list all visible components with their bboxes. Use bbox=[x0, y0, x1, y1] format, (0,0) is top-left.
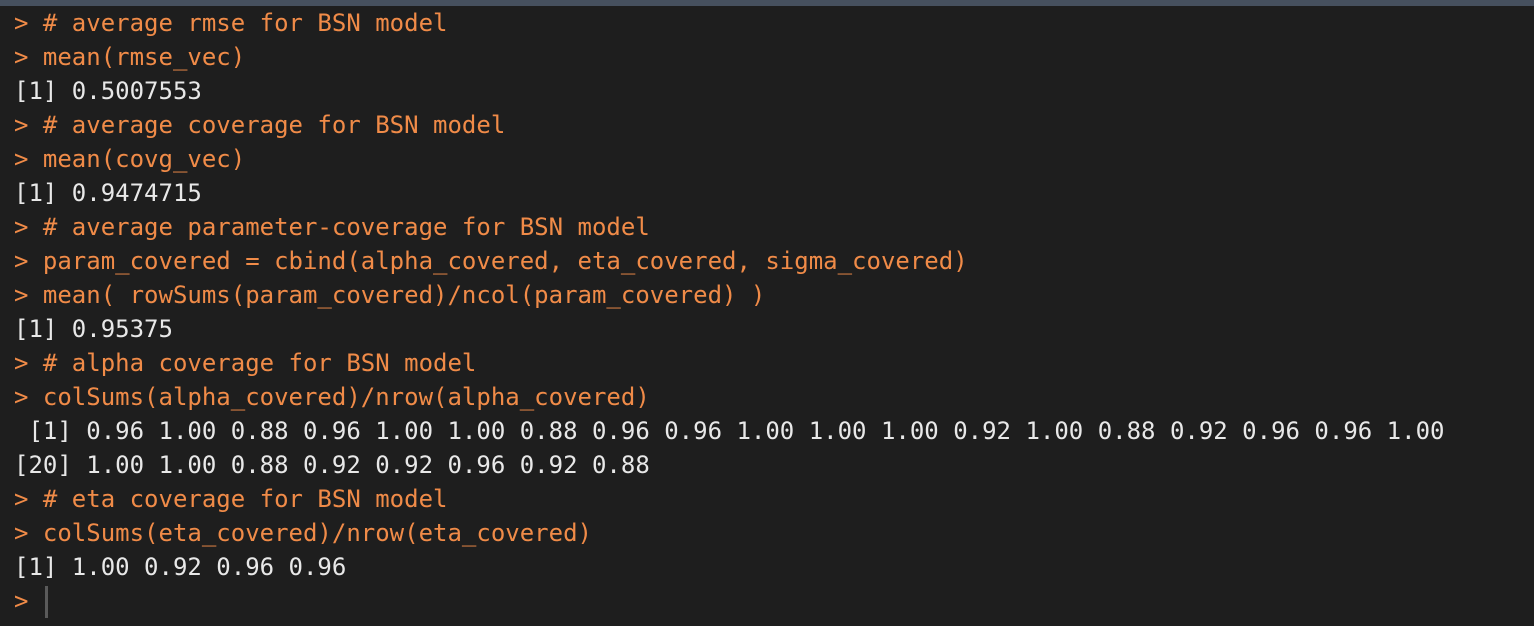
console-line-input: > # eta coverage for BSN model bbox=[14, 485, 448, 513]
text-cursor bbox=[44, 586, 48, 618]
console-line-output: [1] 0.96 1.00 0.88 0.96 1.00 1.00 0.88 0… bbox=[14, 417, 1445, 445]
console-prompt-line[interactable]: > bbox=[14, 584, 1534, 618]
console-line-input: > colSums(alpha_covered)/nrow(alpha_cove… bbox=[14, 383, 650, 411]
console-line-input: > param_covered = cbind(alpha_covered, e… bbox=[14, 247, 968, 275]
console-prompt: > bbox=[14, 587, 29, 615]
console-output: > # average rmse for BSN model > mean(rm… bbox=[14, 6, 1534, 618]
console-line-output: [1] 0.95375 bbox=[14, 315, 173, 343]
console-line-input: > mean( rowSums(param_covered)/ncol(para… bbox=[14, 281, 766, 309]
console-line-output: [1] 1.00 0.92 0.96 0.96 bbox=[14, 553, 347, 581]
console-line-input: > # average parameter-coverage for BSN m… bbox=[14, 213, 650, 241]
console-line-input: > mean(covg_vec) bbox=[14, 145, 246, 173]
console-line-output: [1] 0.5007553 bbox=[14, 77, 202, 105]
console-line-output: [1] 0.9474715 bbox=[14, 179, 202, 207]
r-console[interactable]: > # average rmse for BSN model > mean(rm… bbox=[0, 0, 1534, 626]
console-line-input: > # average rmse for BSN model bbox=[14, 9, 448, 37]
console-line-input: > colSums(eta_covered)/nrow(eta_covered) bbox=[14, 519, 592, 547]
console-line-input: > # average coverage for BSN model bbox=[14, 111, 506, 139]
console-line-input: > mean(rmse_vec) bbox=[14, 43, 246, 71]
console-line-input: > # alpha coverage for BSN model bbox=[14, 349, 477, 377]
console-line-output: [20] 1.00 1.00 0.88 0.92 0.92 0.96 0.92 … bbox=[14, 451, 650, 479]
